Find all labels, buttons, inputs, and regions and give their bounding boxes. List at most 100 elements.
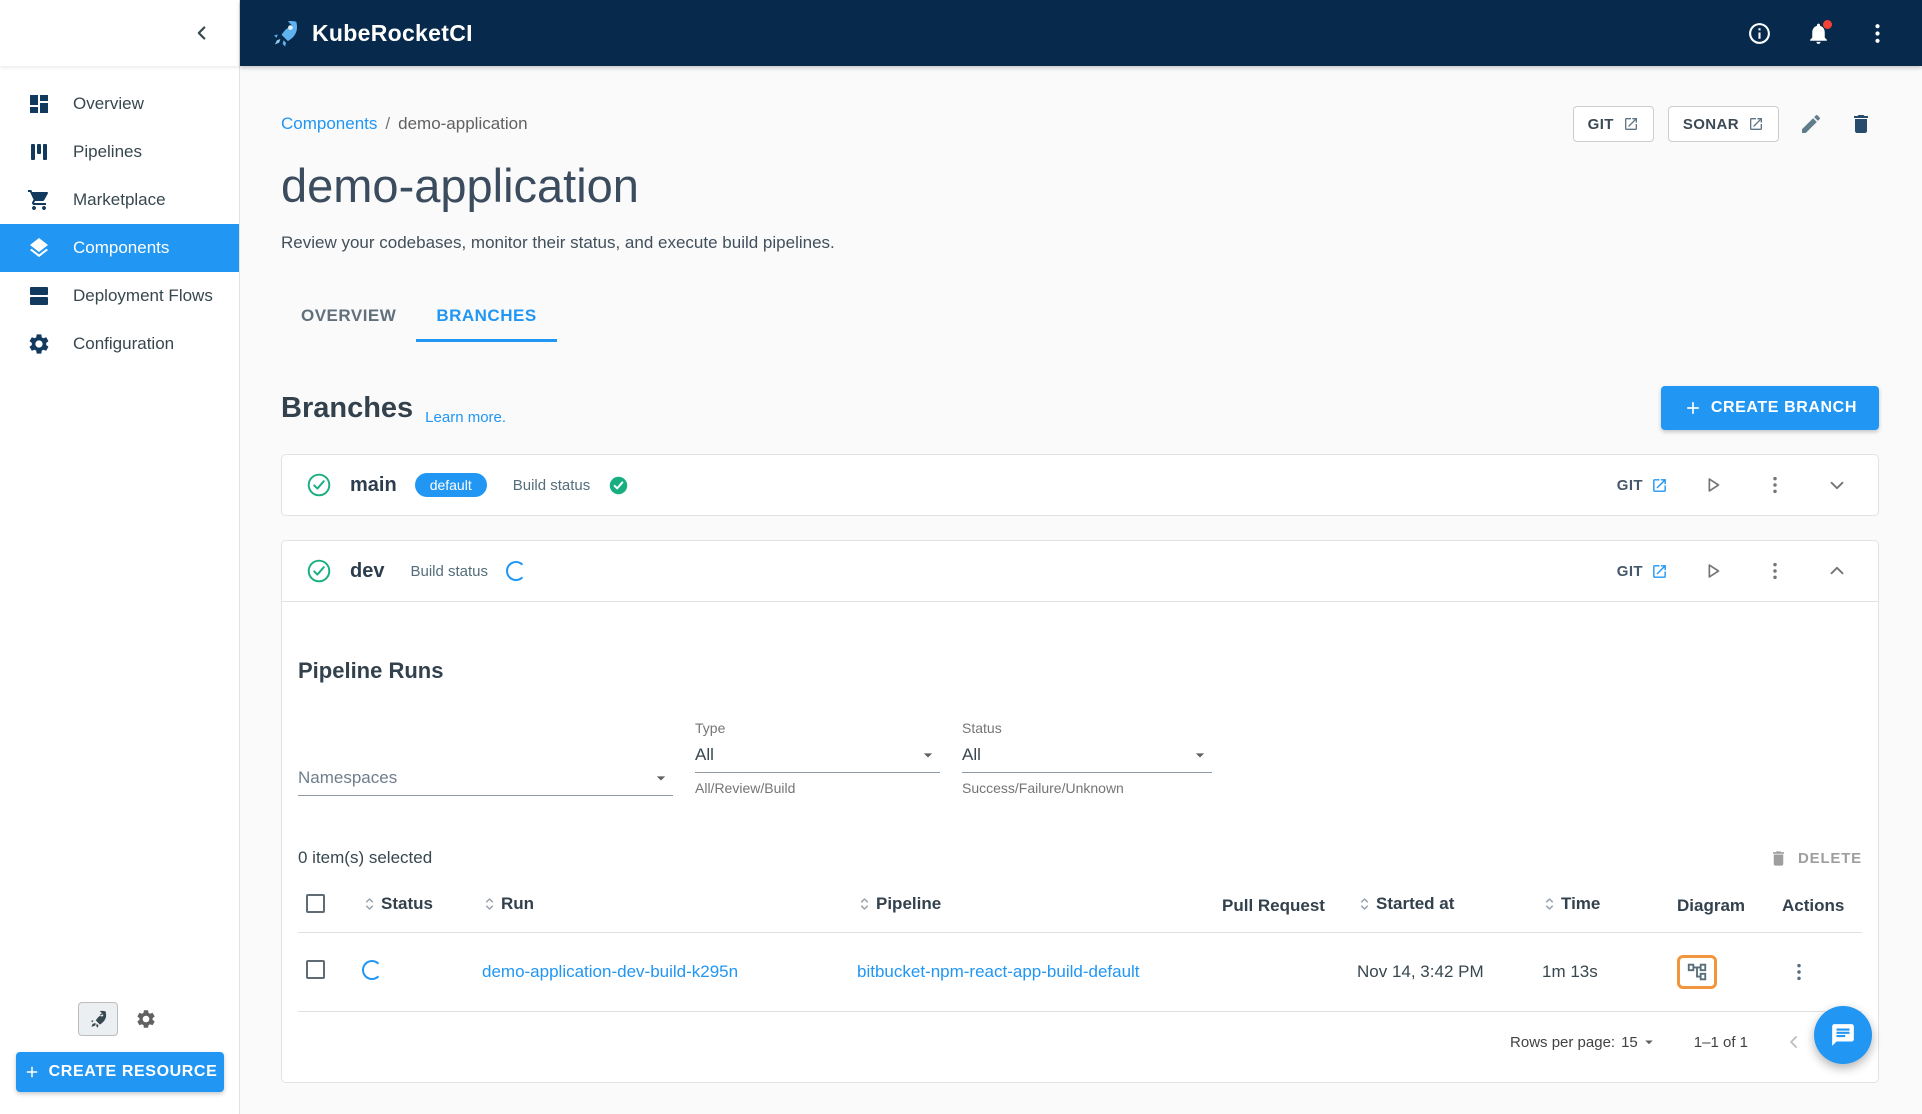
type-select[interactable]: All xyxy=(695,738,940,773)
sidebar-item-configuration[interactable]: Configuration xyxy=(0,320,239,368)
diagram-button[interactable] xyxy=(1677,955,1717,989)
sidebar-item-label: Pipelines xyxy=(73,142,142,161)
pipelines-icon xyxy=(27,140,51,164)
sort-icon xyxy=(857,895,872,913)
plus-icon xyxy=(1683,398,1703,418)
column-header-pipeline[interactable]: Pipeline xyxy=(849,880,1214,933)
create-branch-button[interactable]: CREATE BRANCH xyxy=(1660,386,1879,430)
run-running-spinner xyxy=(362,959,382,980)
sidebar-item-label: Marketplace xyxy=(73,190,166,209)
trigger-build-button[interactable] xyxy=(1696,468,1730,502)
branch-actions-menu-button[interactable] xyxy=(1758,554,1792,588)
settings-tool-button[interactable] xyxy=(126,1002,166,1036)
pipeline-link[interactable]: bitbucket-npm-react-app-build-default xyxy=(857,962,1140,981)
pencil-icon xyxy=(1799,112,1823,136)
expand-branch-button[interactable] xyxy=(1820,468,1854,502)
chat-icon xyxy=(1830,1022,1856,1048)
create-resource-label: CREATE RESOURCE xyxy=(48,1063,218,1080)
info-button[interactable] xyxy=(1745,19,1774,48)
sort-icon xyxy=(362,895,377,913)
status-filter-label: Status xyxy=(962,720,1002,736)
status-select[interactable]: All xyxy=(962,738,1212,773)
rocket-tool-button[interactable] xyxy=(78,1002,118,1036)
column-header-actions: Actions xyxy=(1774,880,1862,933)
time-cell: 1m 13s xyxy=(1534,932,1669,1012)
sidebar-item-overview[interactable]: Overview xyxy=(0,80,239,128)
delete-selected-button[interactable]: DELETE xyxy=(1769,849,1862,868)
column-label: Run xyxy=(501,894,535,913)
page-content: Components / demo-application GIT SONAR xyxy=(240,66,1922,1114)
rows-per-page-value: 15 xyxy=(1621,1033,1638,1051)
pipeline-runs-heading: Pipeline Runs xyxy=(298,658,444,683)
column-label: Pull Request xyxy=(1222,896,1325,915)
trash-icon xyxy=(1769,849,1788,868)
column-label: Actions xyxy=(1782,896,1845,915)
column-header-pull-request: Pull Request xyxy=(1214,880,1349,933)
branch-name: main xyxy=(350,473,397,496)
tab-branches[interactable]: BRANCHES xyxy=(416,291,557,342)
row-checkbox[interactable] xyxy=(306,960,325,979)
tab-bar: OVERVIEW BRANCHES xyxy=(281,291,1879,342)
rocket-logo-icon xyxy=(270,18,300,48)
column-header-started-at[interactable]: Started at xyxy=(1349,880,1534,933)
branch-git-link[interactable]: GIT xyxy=(1617,477,1668,494)
overflow-menu-button[interactable] xyxy=(1863,19,1892,48)
build-status-label: Build status xyxy=(512,476,591,494)
sidebar-item-components[interactable]: Components xyxy=(0,224,239,272)
chat-fab-button[interactable] xyxy=(1814,1006,1872,1064)
type-filter-helper: All/Review/Build xyxy=(695,780,796,796)
branch-status-check-icon xyxy=(306,472,332,498)
tab-overview[interactable]: OVERVIEW xyxy=(281,291,416,342)
external-link-icon xyxy=(1651,477,1668,494)
namespaces-select[interactable]: Namespaces xyxy=(298,761,673,796)
app-logo[interactable]: KubeRocketCI xyxy=(270,18,473,48)
branch-git-link[interactable]: GIT xyxy=(1617,563,1668,580)
info-icon xyxy=(1747,21,1772,46)
pull-request-cell xyxy=(1214,932,1349,1012)
sidebar-item-deployment-flows[interactable]: Deployment Flows xyxy=(0,272,239,320)
sonar-link-button[interactable]: SONAR xyxy=(1667,106,1779,142)
git-label: GIT xyxy=(1616,562,1643,580)
sidebar-item-label: Overview xyxy=(73,94,144,113)
column-label: Pipeline xyxy=(876,894,942,913)
collapse-branch-button[interactable] xyxy=(1820,554,1854,588)
create-resource-button[interactable]: CREATE RESOURCE xyxy=(16,1052,224,1092)
select-all-checkbox[interactable] xyxy=(306,894,325,913)
branch-card-main: main default Build status GIT xyxy=(281,454,1879,516)
sonar-button-label: SONAR xyxy=(1682,115,1739,133)
sidebar-item-label: Deployment Flows xyxy=(73,286,213,305)
git-link-button[interactable]: GIT xyxy=(1572,106,1654,142)
dropdown-arrow-icon xyxy=(918,745,938,765)
external-link-icon xyxy=(1623,116,1639,132)
edit-component-button[interactable] xyxy=(1793,106,1829,142)
branch-actions-menu-button[interactable] xyxy=(1758,468,1792,502)
sidebar-item-pipelines[interactable]: Pipelines xyxy=(0,128,239,176)
trigger-build-button[interactable] xyxy=(1696,554,1730,588)
page-subtitle: Review your codebases, monitor their sta… xyxy=(281,233,835,252)
column-header-run[interactable]: Run xyxy=(474,880,849,933)
app-window: Overview Pipelines Marketplace Component… xyxy=(0,0,1922,1114)
plus-icon xyxy=(23,1063,41,1081)
run-link[interactable]: demo-application-dev-build-k295n xyxy=(482,962,738,981)
git-button-label: GIT xyxy=(1587,115,1614,133)
chevron-up-icon xyxy=(1826,560,1848,582)
delete-label: DELETE xyxy=(1798,849,1862,867)
row-actions-menu-button[interactable] xyxy=(1782,955,1816,989)
notifications-button[interactable] xyxy=(1804,19,1833,48)
sidebar-collapse-button[interactable] xyxy=(185,16,219,50)
type-select-value: All xyxy=(695,745,714,764)
notification-dot xyxy=(1823,19,1832,29)
breadcrumb-components-link[interactable]: Components xyxy=(281,114,377,134)
rocket-icon xyxy=(88,1009,108,1029)
delete-component-button[interactable] xyxy=(1843,106,1879,142)
column-label: Status xyxy=(381,894,433,913)
previous-page-button[interactable] xyxy=(1784,1032,1804,1052)
column-header-time[interactable]: Time xyxy=(1534,880,1669,933)
column-header-status[interactable]: Status xyxy=(354,880,474,933)
rows-per-page-select[interactable]: 15 xyxy=(1621,1033,1658,1051)
sidebar-nav: Overview Pipelines Marketplace Component… xyxy=(0,66,239,368)
sidebar-item-marketplace[interactable]: Marketplace xyxy=(0,176,239,224)
learn-more-link[interactable]: Learn more. xyxy=(425,409,506,430)
sidebar: Overview Pipelines Marketplace Component… xyxy=(0,0,240,1114)
kebab-menu-icon xyxy=(1788,961,1810,983)
